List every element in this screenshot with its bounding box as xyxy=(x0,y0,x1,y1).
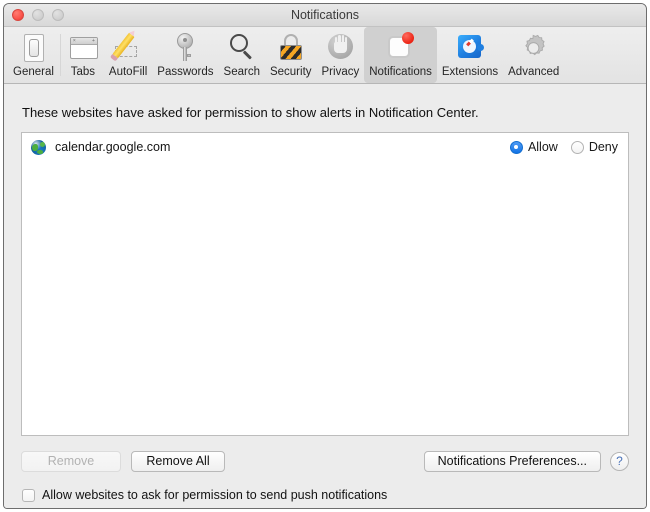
toolbar-item-privacy[interactable]: Privacy xyxy=(317,27,365,83)
toolbar-item-autofill[interactable]: AutoFill xyxy=(104,27,152,83)
toolbar-label-extensions: Extensions xyxy=(441,66,499,78)
radio-deny[interactable]: Deny xyxy=(570,140,618,154)
toolbar-label-autofill: AutoFill xyxy=(108,66,148,78)
push-permission-label: Allow websites to ask for permission to … xyxy=(42,488,388,502)
toolbar-item-general[interactable]: General xyxy=(8,27,59,83)
toolbar-item-extensions[interactable]: Extensions xyxy=(437,27,503,83)
toolbar-label-tabs: Tabs xyxy=(70,66,96,78)
toolbar-label-passwords: Passwords xyxy=(157,66,214,78)
toolbar-item-search[interactable]: Search xyxy=(219,27,265,83)
window-titlebar: Notifications xyxy=(4,4,646,27)
list-item[interactable]: calendar.google.com Allow Deny xyxy=(22,133,628,161)
toolbar-label-search: Search xyxy=(223,66,260,78)
window-controls xyxy=(12,9,64,21)
extensions-puzzle-icon xyxy=(454,31,486,63)
general-switch-icon xyxy=(17,31,49,63)
toolbar-separator xyxy=(59,34,61,76)
permission-radio-group: Allow Deny xyxy=(509,140,618,154)
zoom-button[interactable] xyxy=(52,9,64,21)
site-name: calendar.google.com xyxy=(55,140,171,154)
close-button[interactable] xyxy=(12,9,24,21)
radio-allow-label: Allow xyxy=(527,140,558,154)
radio-deny-indicator[interactable] xyxy=(570,140,584,154)
toolbar-label-privacy: Privacy xyxy=(321,66,360,78)
toolbar-label-advanced: Advanced xyxy=(508,66,560,78)
toolbar-item-notifications[interactable]: Notifications xyxy=(364,27,437,83)
tabs-window-icon: × + xyxy=(67,31,99,63)
toolbar-label-notifications: Notifications xyxy=(369,66,432,78)
websites-list[interactable]: calendar.google.com Allow Deny xyxy=(21,132,629,436)
window-title: Notifications xyxy=(290,8,360,22)
privacy-hand-icon xyxy=(324,31,356,63)
security-padlock-icon xyxy=(275,31,307,63)
push-permission-checkbox[interactable] xyxy=(22,488,35,502)
toolbar-label-general: General xyxy=(13,66,54,78)
footer-button-row: Remove Remove All Notifications Preferen… xyxy=(21,450,629,472)
pane-description: These websites have asked for permission… xyxy=(22,105,479,120)
minimize-button[interactable] xyxy=(32,9,44,21)
toolbar-item-advanced[interactable]: Advanced xyxy=(503,27,564,83)
toolbar-item-security[interactable]: Security xyxy=(265,27,317,83)
search-magnifier-icon xyxy=(226,31,258,63)
globe-icon xyxy=(31,139,46,155)
advanced-gear-icon xyxy=(518,31,550,63)
radio-allow[interactable]: Allow xyxy=(509,140,558,154)
remove-all-button[interactable]: Remove All xyxy=(131,450,225,472)
preferences-window: Notifications General ×+ Tabs AutoFill xyxy=(3,3,647,509)
remove-button[interactable]: Remove xyxy=(21,450,121,472)
help-icon[interactable]: ? xyxy=(610,451,629,471)
notifications-pane: These websites have asked for permission… xyxy=(4,84,646,508)
toolbar-item-passwords[interactable]: Passwords xyxy=(152,27,218,83)
preferences-toolbar: General × + Tabs AutoFill Passwords Sear… xyxy=(4,27,646,84)
radio-deny-label: Deny xyxy=(588,140,618,154)
key-icon xyxy=(169,31,201,63)
push-permission-row[interactable]: Allow websites to ask for permission to … xyxy=(22,488,387,502)
toolbar-label-security: Security xyxy=(269,66,312,78)
notifications-preferences-button[interactable]: Notifications Preferences... xyxy=(423,450,601,472)
notifications-badge-icon xyxy=(385,31,417,63)
toolbar-item-tabs[interactable]: × + Tabs xyxy=(62,27,104,83)
autofill-pencil-icon xyxy=(112,31,144,63)
radio-allow-indicator[interactable] xyxy=(509,140,523,154)
